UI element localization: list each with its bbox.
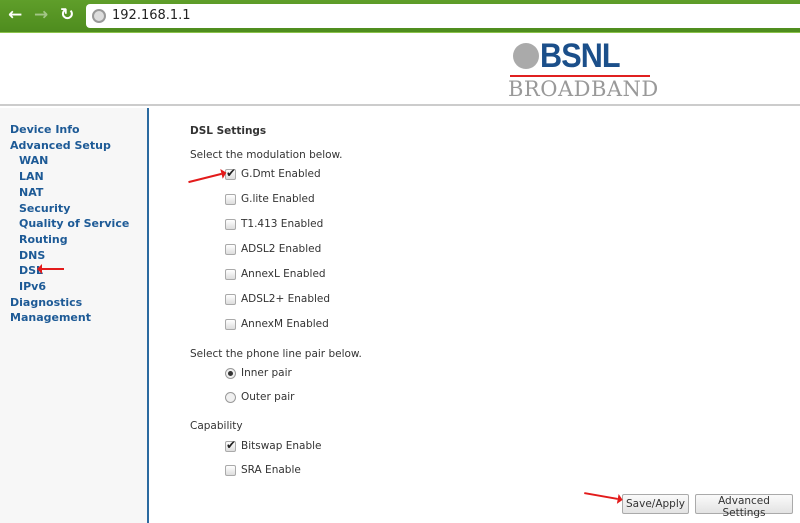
back-icon[interactable]: ← — [8, 5, 22, 25]
dsl-settings-panel: DSL Settings Select the modulation below… — [190, 108, 800, 523]
browser-toolbar: ← → ↻ 192.168.1.1 — [0, 0, 800, 33]
capability-label: Capability — [190, 420, 243, 432]
modulation-prompt: Select the modulation below. — [190, 149, 343, 161]
g-lite-enabled-checkbox[interactable] — [225, 194, 236, 205]
sidebar-item-wan[interactable]: WAN — [19, 154, 48, 167]
sidebar-item-quality-of-service[interactable]: Quality of Service — [19, 217, 129, 230]
g-lite-enabled-label: G.lite Enabled — [241, 193, 315, 205]
adsl2-enabled-label: ADSL2+ Enabled — [241, 293, 331, 305]
sidebar-item-management[interactable]: Management — [10, 311, 91, 324]
bsnl-logo: BSNL BROADBAND — [508, 37, 658, 101]
sidebar-item-lan[interactable]: LAN — [19, 170, 44, 183]
adsl2-enabled-checkbox[interactable] — [225, 244, 236, 255]
adsl2-enabled-label: ADSL2 Enabled — [241, 243, 322, 255]
annotation-arrow-dsl — [42, 268, 64, 270]
sidebar-item-nat[interactable]: NAT — [19, 186, 43, 199]
sidebar-item-ipv6[interactable]: IPv6 — [19, 280, 46, 293]
reload-icon[interactable]: ↻ — [60, 5, 74, 25]
logo-brand: BSNL — [540, 37, 621, 75]
annexm-enabled-checkbox[interactable] — [225, 319, 236, 330]
sidebar-nav: Device Info Advanced Setup WAN LAN NAT Securi… — [0, 108, 149, 523]
page-header: BSNL BROADBAND — [0, 33, 800, 106]
outer-pair-label: Outer pair — [241, 391, 295, 403]
bitswap-enable-label: Bitswap Enable — [241, 440, 322, 452]
pair-prompt: Select the phone line pair below. — [190, 348, 362, 360]
sra-enable-checkbox[interactable] — [225, 465, 236, 476]
g-dmt-enabled-label: G.Dmt Enabled — [241, 168, 321, 180]
url-text: 192.168.1.1 — [112, 8, 191, 23]
sidebar-item-dns[interactable]: DNS — [19, 249, 45, 262]
inner-pair-label: Inner pair — [241, 367, 292, 379]
adsl2-enabled-checkbox[interactable] — [225, 294, 236, 305]
sidebar-item-security[interactable]: Security — [19, 202, 70, 215]
save-apply-button[interactable]: Save/Apply — [622, 494, 689, 514]
annexl-enabled-label: AnnexL Enabled — [241, 268, 326, 280]
advanced-settings-button[interactable]: Advanced Settings — [695, 494, 793, 519]
annexl-enabled-checkbox[interactable] — [225, 269, 236, 280]
sidebar-item-advanced-setup[interactable]: Advanced Setup — [10, 139, 111, 152]
t1-413-enabled-label: T1.413 Enabled — [241, 218, 324, 230]
t1-413-enabled-checkbox[interactable] — [225, 219, 236, 230]
outer-pair-radio[interactable] — [225, 392, 236, 403]
annexm-enabled-label: AnnexM Enabled — [241, 318, 329, 330]
page-title: DSL Settings — [190, 125, 267, 137]
globe-icon — [92, 9, 106, 23]
forward-icon[interactable]: → — [34, 5, 48, 25]
logo-swoosh-icon — [513, 43, 539, 69]
inner-pair-radio[interactable] — [225, 368, 236, 379]
address-bar[interactable]: 192.168.1.1 — [86, 4, 800, 28]
bitswap-enable-checkbox[interactable] — [225, 438, 236, 452]
logo-sub: BROADBAND — [508, 77, 659, 101]
sidebar-item-diagnostics[interactable]: Diagnostics — [10, 296, 82, 309]
sra-enable-label: SRA Enable — [241, 464, 301, 476]
sidebar-item-device-info[interactable]: Device Info — [10, 123, 80, 136]
sidebar-item-routing[interactable]: Routing — [19, 233, 68, 246]
